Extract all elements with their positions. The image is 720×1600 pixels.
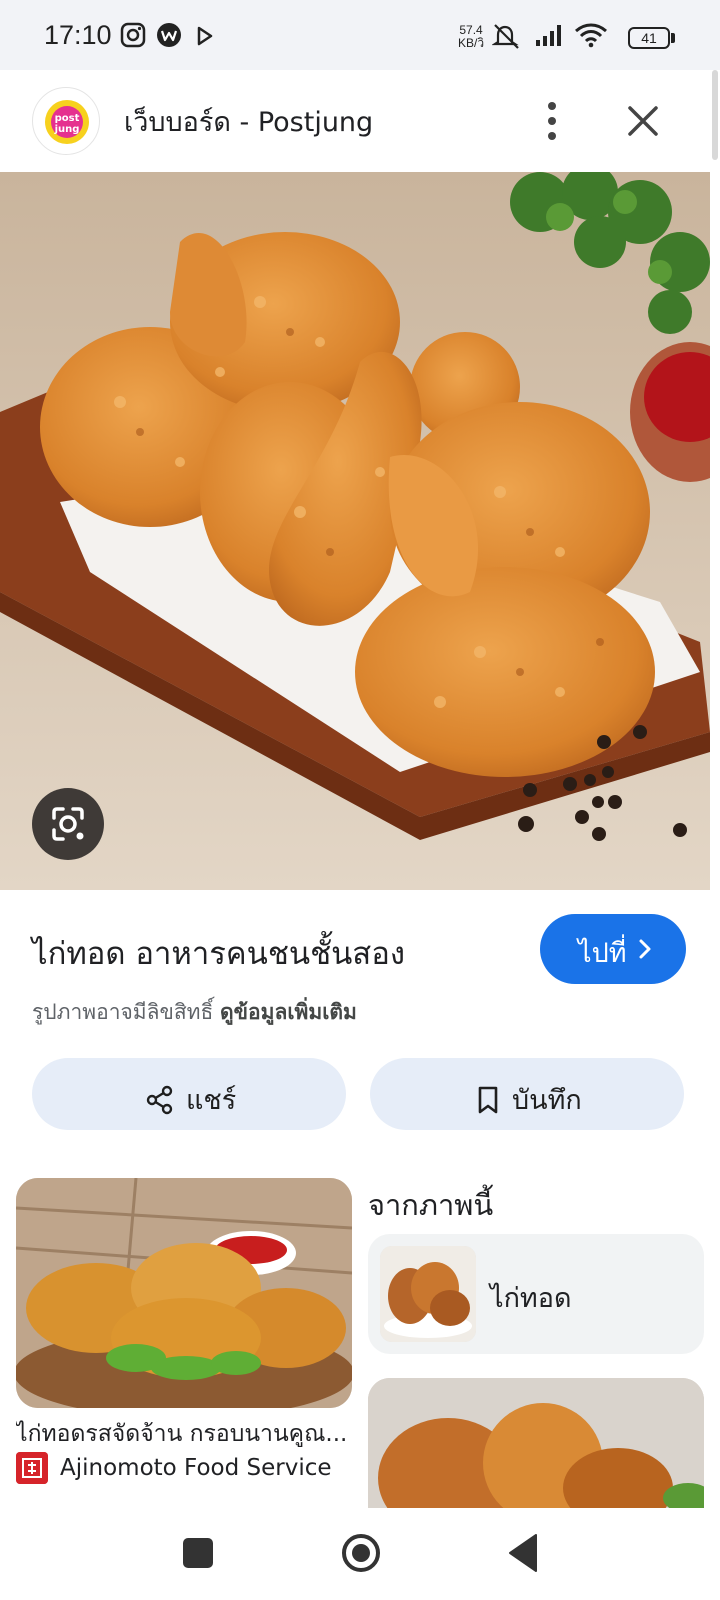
status-bar: 17:10 57.4 KB/วิ 41 xyxy=(0,0,720,70)
battery-level: 41 xyxy=(641,30,657,46)
network-speed-unit: KB/วิ xyxy=(458,36,485,50)
signal-icon xyxy=(536,25,561,46)
close-button[interactable] xyxy=(620,98,666,144)
copyright-text: รูปภาพอาจมีลิขสิทธิ์ xyxy=(32,1000,214,1024)
lens-icon xyxy=(52,807,84,841)
related-caption[interactable]: ไก่ทอดรสจัดจ้าน กรอบนานคูณ... xyxy=(16,1416,356,1452)
mute-icon xyxy=(492,24,519,49)
site-title[interactable]: เว็บบอร์ด - Postjung xyxy=(124,100,373,143)
battery-tip xyxy=(671,33,675,43)
visit-button[interactable]: ไปที่ xyxy=(540,914,686,984)
related-image-card-2[interactable] xyxy=(368,1378,704,1508)
chip-label: ไก่ทอด xyxy=(490,1283,572,1314)
from-image-chip[interactable]: ไก่ทอด xyxy=(368,1234,704,1354)
chip-thumbnail-image xyxy=(380,1246,476,1342)
close-icon xyxy=(628,106,658,136)
battery-icon: 41 xyxy=(628,27,670,49)
share-button[interactable]: แชร์ xyxy=(32,1058,346,1130)
home-icon[interactable] xyxy=(340,1532,382,1574)
postjung-logo-icon: post jung xyxy=(45,100,89,144)
chevron-right-icon xyxy=(639,939,651,959)
header: post jung เว็บบอร์ด - Postjung xyxy=(0,70,710,172)
image-title: ไก่ทอด อาหารคนชนชั้นสอง xyxy=(32,936,405,972)
save-button[interactable]: บันทึก xyxy=(370,1058,684,1130)
recents-icon[interactable] xyxy=(183,1538,213,1568)
instagram-icon xyxy=(120,22,146,48)
related-image-thumbnail xyxy=(16,1178,352,1408)
fried-chicken-photo xyxy=(0,172,710,890)
site-logo[interactable]: post jung xyxy=(32,87,100,155)
ajinomoto-logo-icon xyxy=(16,1452,48,1484)
source-logo-mark xyxy=(16,1452,48,1484)
visit-label: ไปที่ xyxy=(578,938,627,969)
back-icon[interactable] xyxy=(507,1532,539,1574)
svg-text:jung: jung xyxy=(54,124,80,135)
share-button-content: แชร์ xyxy=(146,1078,236,1121)
play-icon xyxy=(197,26,213,46)
chip-thumbnail xyxy=(380,1246,476,1342)
source-name: Ajinomoto Food Service xyxy=(60,1455,332,1481)
copyright-note: รูปภาพอาจมีลิขสิทธิ์ ดูข้อมูลเพิ่มเติม xyxy=(32,996,357,1029)
svg-text:post: post xyxy=(55,113,80,124)
related-image-thumbnail-2 xyxy=(368,1378,704,1508)
navigation-bar xyxy=(0,1508,720,1600)
share-label: แชร์ xyxy=(186,1085,237,1116)
save-label: บันทึก xyxy=(512,1085,582,1116)
status-time: 17:10 xyxy=(44,20,112,50)
w-app-icon xyxy=(157,23,181,47)
related-image-card[interactable] xyxy=(16,1178,352,1408)
more-vert-icon xyxy=(548,102,556,140)
save-button-content: บันทึก xyxy=(476,1078,582,1121)
scrollbar[interactable] xyxy=(712,70,718,160)
more-options-button[interactable] xyxy=(530,96,574,146)
share-icon xyxy=(146,1085,173,1114)
from-image-heading: จากภาพนี้ xyxy=(368,1188,494,1222)
learn-more-link[interactable]: ดูข้อมูลเพิ่มเติม xyxy=(220,1000,357,1024)
wifi-icon xyxy=(575,23,607,48)
main-image[interactable] xyxy=(0,172,710,890)
network-speed: 57.4 KB/วิ xyxy=(458,24,484,50)
bookmark-icon xyxy=(478,1086,498,1113)
google-lens-button[interactable] xyxy=(32,788,104,860)
related-source[interactable]: Ajinomoto Food Service xyxy=(16,1452,332,1484)
